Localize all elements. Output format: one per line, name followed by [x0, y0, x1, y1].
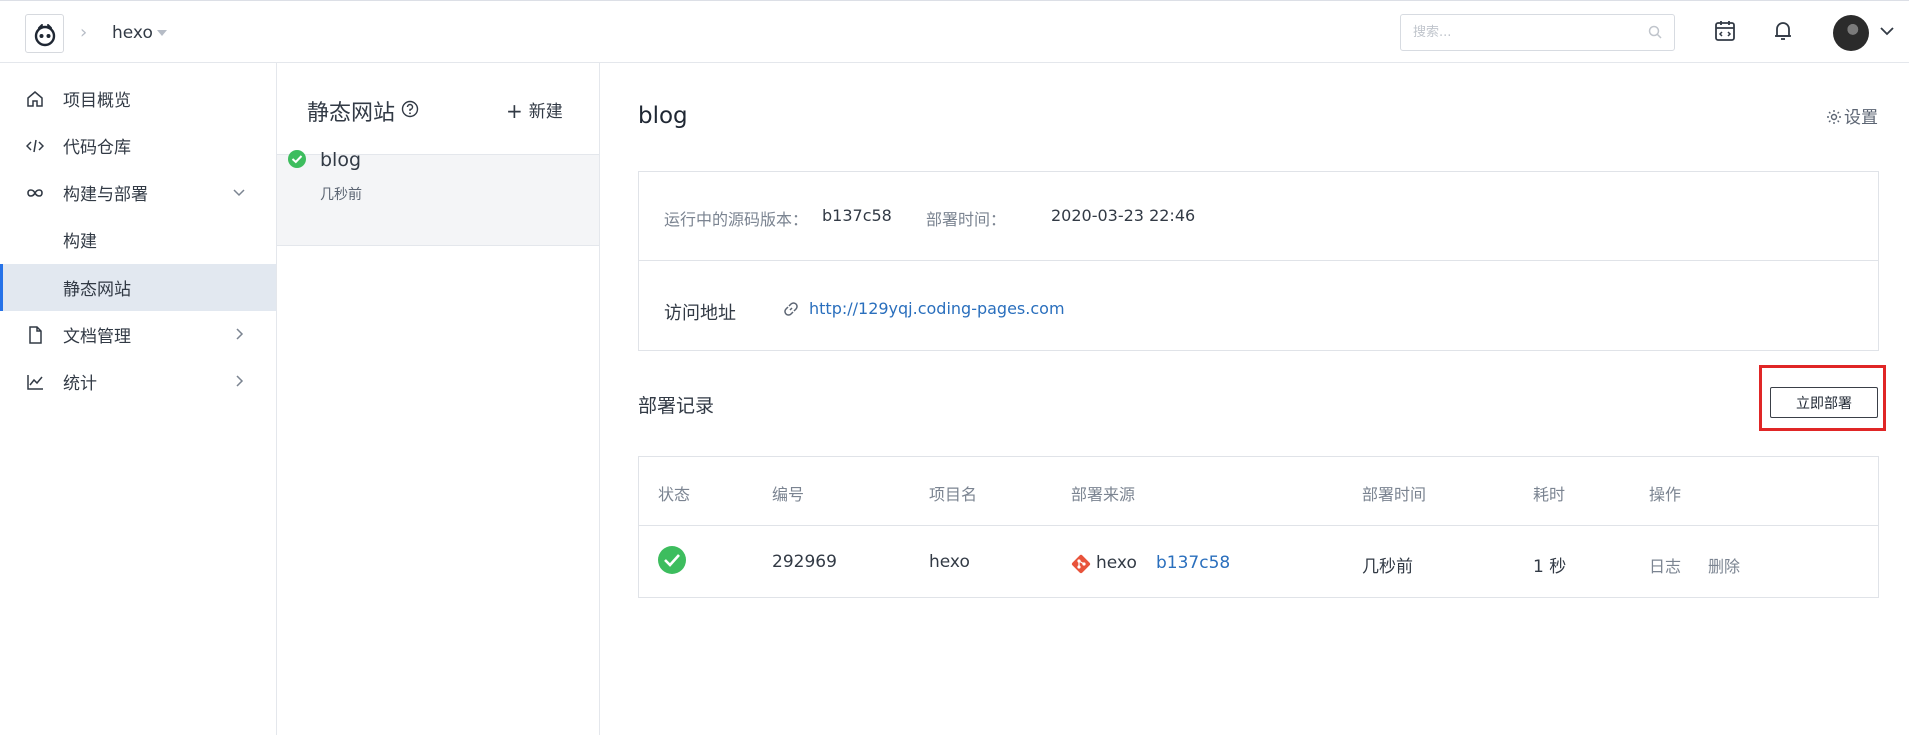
sidebar-item-docs[interactable]: 文档管理: [0, 311, 276, 358]
record-time: 几秒前: [1362, 557, 1413, 577]
top-header: › hexo: [0, 0, 1909, 63]
chevron-down-icon[interactable]: [1880, 26, 1894, 36]
link-icon: [784, 302, 798, 316]
source-project: hexo: [1096, 553, 1137, 573]
code-icon: [26, 139, 44, 153]
sidebar-item-label: 项目概览: [63, 91, 131, 111]
sidebar-item-label: 构建: [63, 232, 97, 252]
home-icon: [27, 91, 43, 107]
source-version-value: b137c58: [822, 206, 892, 225]
search-input[interactable]: [1401, 15, 1641, 50]
breadcrumb-separator-icon: ›: [80, 22, 88, 43]
settings-button[interactable]: 设置: [1826, 103, 1878, 128]
sidebar-item-static-site[interactable]: 静态网站: [0, 264, 276, 311]
sidebar-item-repository[interactable]: 代码仓库: [0, 122, 276, 169]
static-site-list-panel: 静态网站 + 新建 blog 几秒前: [277, 63, 600, 735]
success-check-icon: [288, 150, 306, 168]
address-label: 访问地址: [664, 303, 736, 324]
column-header: 部署时间: [1362, 485, 1427, 504]
deploy-records-table: 状态 编号 项目名 部署来源 部署时间 耗时 操作 292969 hexo he…: [638, 456, 1879, 598]
sidebar-item-label: 构建与部署: [63, 185, 148, 205]
sidebar-item-overview[interactable]: 项目概览: [0, 75, 276, 122]
column-header: 项目名: [929, 485, 978, 504]
site-updated-time: 几秒前: [320, 187, 362, 203]
avatar[interactable]: [1833, 15, 1869, 51]
success-check-icon: [658, 546, 686, 574]
source-version-label: 运行中的源码版本：: [664, 210, 809, 229]
infinity-icon: [27, 189, 43, 197]
sidebar-item-stats[interactable]: 统计: [0, 358, 276, 405]
sidebar-item-build-deploy[interactable]: 构建与部署: [0, 169, 276, 216]
page-title: blog: [638, 103, 688, 129]
delete-link[interactable]: 删除: [1708, 553, 1740, 577]
chevron-down-icon: [233, 189, 245, 197]
panel-title: 静态网站: [307, 101, 396, 126]
site-name: blog: [320, 149, 362, 171]
calendar-icon[interactable]: [1714, 20, 1736, 42]
git-icon: [1071, 554, 1091, 574]
gear-icon: [1827, 110, 1841, 124]
log-link[interactable]: 日志: [1649, 553, 1681, 577]
sidebar-item-build[interactable]: 构建: [0, 216, 276, 263]
project-selector[interactable]: hexo: [112, 23, 153, 43]
chart-icon: [27, 375, 43, 390]
new-site-label: 新建: [528, 102, 563, 122]
record-project: hexo: [929, 552, 970, 572]
deploy-info-card: 运行中的源码版本： b137c58 部署时间： 2020-03-23 22:46…: [638, 171, 1879, 351]
bell-icon[interactable]: [1773, 20, 1793, 42]
chevron-right-icon: [236, 328, 244, 340]
document-icon: [29, 326, 42, 344]
sidebar-item-label: 文档管理: [63, 327, 131, 347]
search-icon[interactable]: [1648, 25, 1662, 39]
coding-logo-icon[interactable]: [25, 14, 64, 53]
chevron-right-icon: [236, 375, 244, 387]
deploy-records-title: 部署记录: [638, 395, 715, 417]
column-header: 部署来源: [1071, 485, 1136, 504]
plus-icon: +: [506, 99, 523, 123]
record-duration: 1 秒: [1533, 557, 1567, 577]
column-header: 编号: [772, 485, 805, 504]
deploy-info-row: 运行中的源码版本： b137c58 部署时间： 2020-03-23 22:46: [639, 172, 1878, 261]
table-header: 状态 编号 项目名 部署来源 部署时间 耗时 操作: [639, 457, 1878, 526]
record-id: 292969: [772, 552, 837, 572]
deploy-time-value: 2020-03-23 22:46: [1051, 206, 1196, 225]
column-header: 操作: [1649, 485, 1682, 504]
caret-down-icon[interactable]: [157, 30, 167, 36]
sidebar-item-label: 代码仓库: [63, 138, 131, 158]
sidebar-item-label: 统计: [63, 374, 97, 394]
new-site-button[interactable]: + 新建: [506, 97, 563, 123]
site-detail: blog 设置 运行中的源码版本： b137c58 部署时间： 2020-03-…: [600, 63, 1909, 735]
column-header: 状态: [658, 485, 691, 504]
column-header: 耗时: [1533, 485, 1566, 504]
settings-label: 设置: [1844, 108, 1878, 128]
site-url-link[interactable]: http://129yqj.coding-pages.com: [809, 299, 1065, 318]
source-commit-link[interactable]: b137c58: [1156, 553, 1230, 573]
deploy-now-button[interactable]: 立即部署: [1770, 387, 1878, 418]
help-icon[interactable]: [401, 100, 419, 118]
search-box[interactable]: [1400, 14, 1675, 51]
deploy-time-label: 部署时间：: [926, 210, 1007, 229]
sidebar: 项目概览 代码仓库 构建与部署 构建 静态网站 文档管理 统计: [0, 63, 277, 735]
sidebar-item-label: 静态网站: [63, 280, 131, 300]
